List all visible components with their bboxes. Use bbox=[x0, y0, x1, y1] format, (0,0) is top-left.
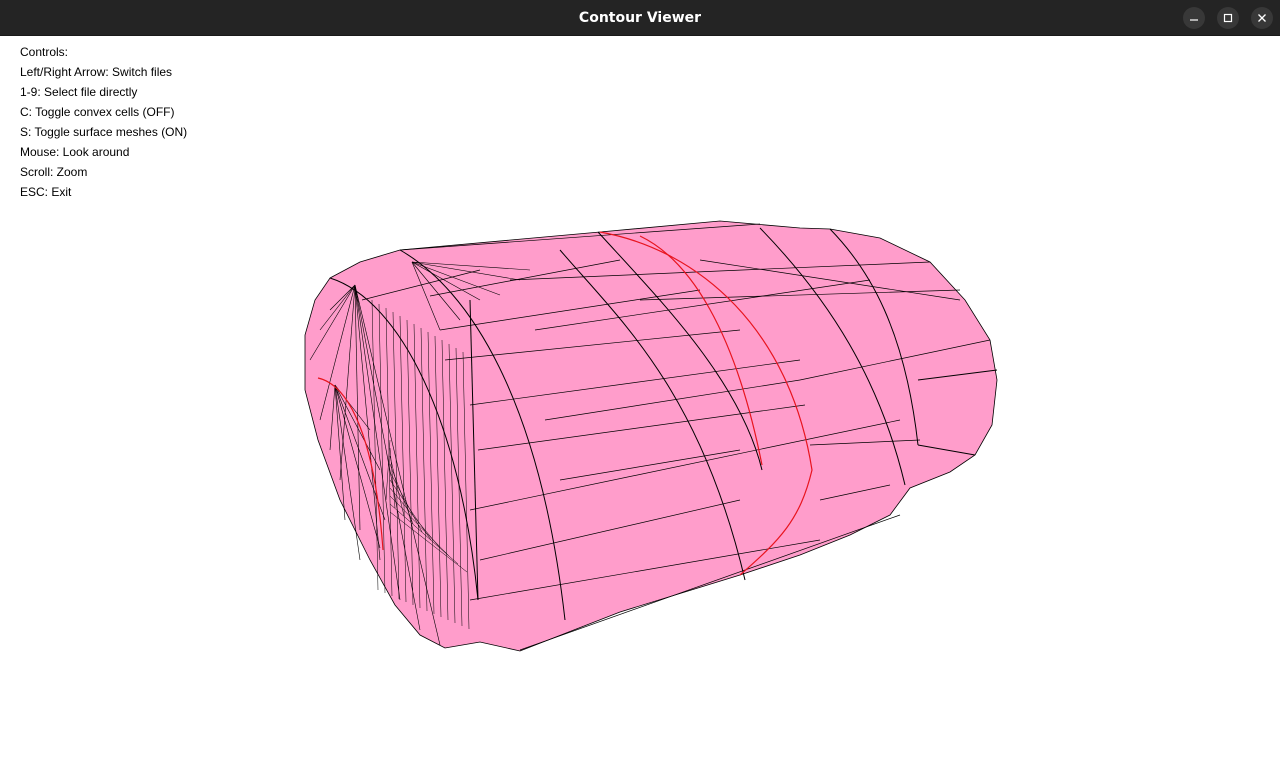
maximize-icon bbox=[1223, 13, 1233, 23]
controls-line: C: Toggle convex cells (OFF) bbox=[20, 105, 175, 119]
minimize-button[interactable] bbox=[1183, 7, 1205, 29]
window-titlebar[interactable]: Contour Viewer bbox=[0, 0, 1280, 36]
close-button[interactable] bbox=[1251, 7, 1273, 29]
controls-line: Scroll: Zoom bbox=[20, 165, 88, 179]
mesh-silhouette bbox=[304, 220, 998, 652]
controls-line: S: Toggle surface meshes (ON) bbox=[20, 125, 188, 139]
mesh-render bbox=[304, 220, 998, 652]
window-title: Contour Viewer bbox=[578, 10, 702, 26]
close-icon bbox=[1258, 14, 1266, 22]
controls-line: Left/Right Arrow: Switch files bbox=[20, 65, 173, 79]
maximize-button[interactable] bbox=[1217, 7, 1239, 29]
minimize-icon bbox=[1190, 19, 1198, 21]
render-viewport[interactable] bbox=[0, 36, 1280, 757]
controls-panel: Controls: Left/Right Arrow: Switch files… bbox=[20, 44, 187, 204]
controls-heading: Controls: bbox=[20, 45, 69, 59]
controls-line: 1-9: Select file directly bbox=[20, 85, 138, 99]
controls-line: Mouse: Look around bbox=[20, 145, 130, 159]
controls-line: ESC: Exit bbox=[20, 185, 72, 199]
